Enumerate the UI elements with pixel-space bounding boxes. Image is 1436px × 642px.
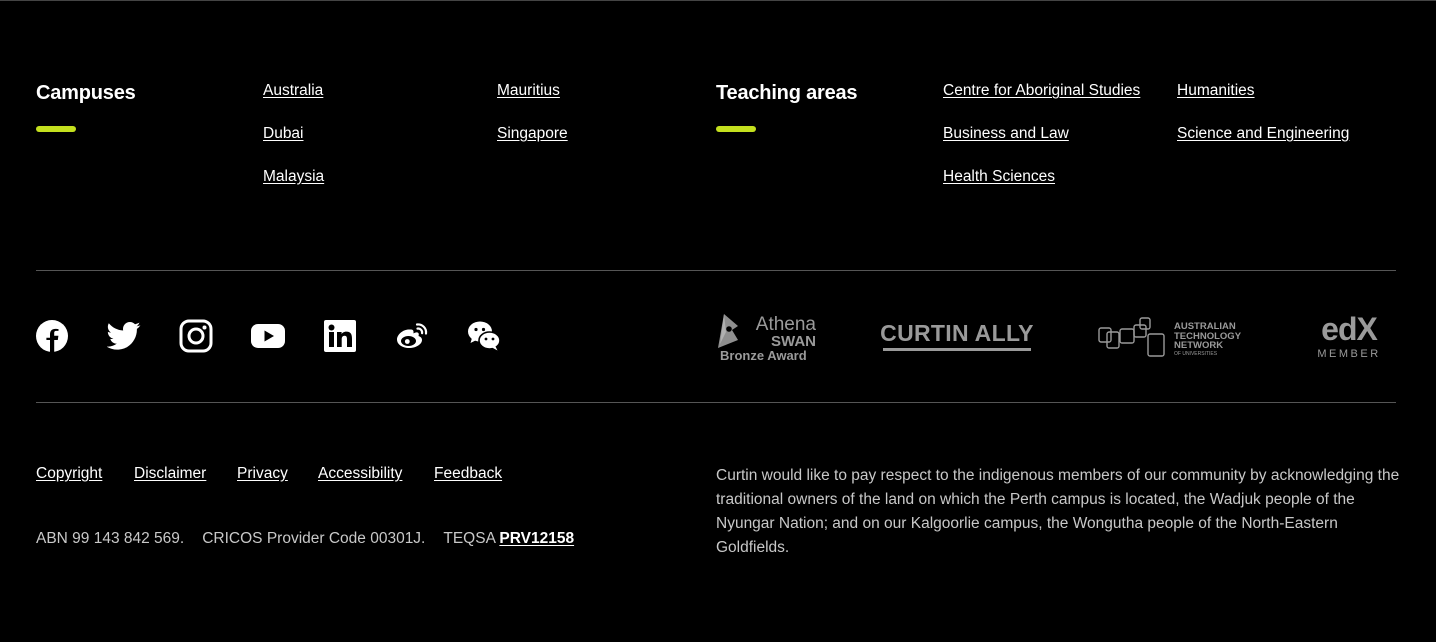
atn-line-3: NETWORK <box>1174 340 1224 351</box>
teaching-areas-accent-bar <box>716 126 756 132</box>
teaching-link-humanities[interactable]: Humanities <box>1177 82 1255 100</box>
teaching-link-aboriginal-studies[interactable]: Centre for Aboriginal Studies <box>943 82 1140 100</box>
bronze-award-text: Bronze Award <box>720 348 807 363</box>
teaching-link-health-sciences[interactable]: Health Sciences <box>943 168 1055 186</box>
copyright-link[interactable]: Copyright <box>36 465 102 483</box>
curtin-ally-text: CURTIN ALLY <box>880 319 1034 346</box>
divider-bottom <box>36 402 1396 403</box>
atn-badge[interactable]: AUSTRALIAN TECHNOLOGY NETWORK OF UNIVERS… <box>1098 314 1244 360</box>
campus-link-australia[interactable]: Australia <box>263 82 323 100</box>
campuses-heading: Campuses <box>36 82 136 104</box>
disclaimer-link[interactable]: Disclaimer <box>134 465 206 483</box>
registration-info: ABN 99 143 842 569. CRICOS Provider Code … <box>36 530 574 548</box>
teaching-link-science-engineering[interactable]: Science and Engineering <box>1177 125 1349 143</box>
teqsa-link[interactable]: PRV12158 <box>499 530 574 547</box>
divider-top <box>36 270 1396 271</box>
curtin-ally-badge[interactable]: CURTIN ALLY <box>880 318 1034 352</box>
campus-link-singapore[interactable]: Singapore <box>497 125 568 143</box>
atn-line-4: OF UNIVERSITIES <box>1174 350 1218 357</box>
top-border <box>0 0 1436 1</box>
instagram-icon[interactable] <box>178 318 214 354</box>
weibo-icon[interactable] <box>394 318 430 354</box>
athena-swan-badge[interactable]: Athena SWAN Bronze Award <box>716 310 820 366</box>
campus-link-dubai[interactable]: Dubai <box>263 125 304 143</box>
campuses-accent-bar <box>36 126 76 132</box>
wechat-icon[interactable] <box>466 318 502 354</box>
acknowledgement-of-country: Curtin would like to pay respect to the … <box>716 467 1400 556</box>
campus-link-mauritius[interactable]: Mauritius <box>497 82 560 100</box>
cricos-text: CRICOS Provider Code 00301J. <box>202 530 426 547</box>
facebook-icon[interactable] <box>34 318 70 354</box>
edx-member-badge[interactable]: edX MEMBER <box>1312 312 1386 362</box>
linkedin-icon[interactable] <box>322 318 358 354</box>
curtin-ally-underline <box>883 347 1031 351</box>
youtube-icon[interactable] <box>250 318 286 354</box>
edx-member-text: MEMBER <box>1317 348 1381 360</box>
edx-text: edX <box>1321 311 1378 347</box>
atn-logo-icon <box>1098 317 1165 357</box>
accessibility-link[interactable]: Accessibility <box>318 465 402 483</box>
feedback-link[interactable]: Feedback <box>434 465 502 483</box>
teqsa-label: TEQSA <box>443 530 496 547</box>
teaching-link-business-law[interactable]: Business and Law <box>943 125 1069 143</box>
privacy-link[interactable]: Privacy <box>237 465 288 483</box>
athena-text: Athena <box>755 314 816 335</box>
teaching-areas-heading: Teaching areas <box>716 82 858 104</box>
twitter-icon[interactable] <box>106 318 142 354</box>
campus-link-malaysia[interactable]: Malaysia <box>263 168 324 186</box>
abn-text: ABN 99 143 842 569. <box>36 530 185 547</box>
